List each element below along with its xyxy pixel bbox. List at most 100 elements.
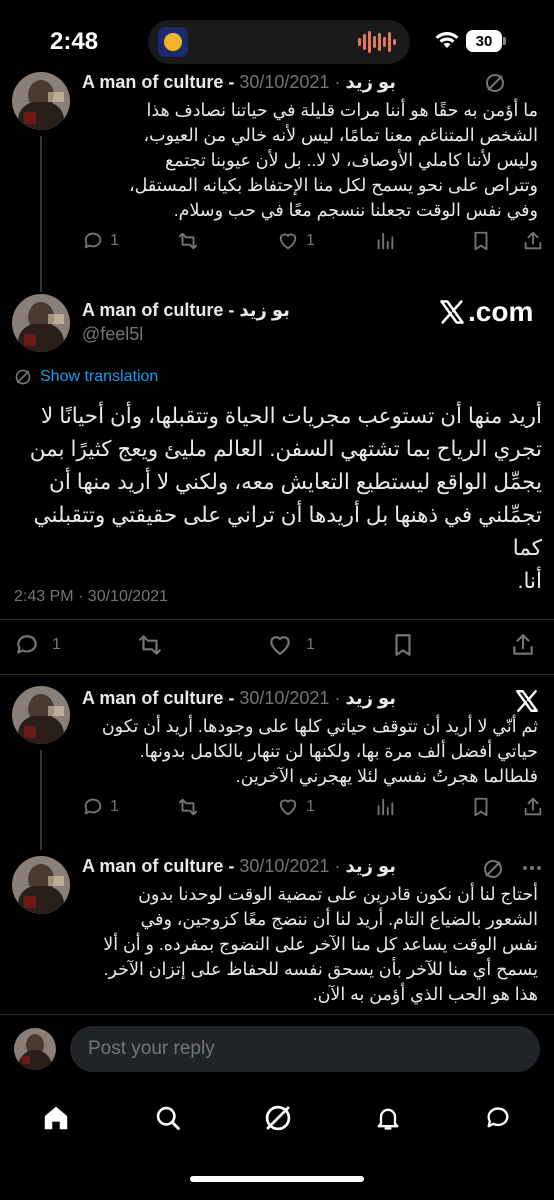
reply-input[interactable] xyxy=(70,1026,540,1072)
nav-messages[interactable] xyxy=(480,1100,516,1136)
tweet-text: أريد منها أن تستوعب مجريات الحياة وتتقبل… xyxy=(10,400,542,598)
tweet-line: الشخص المتناغم معنا تمامًا، ليس لأنه خال… xyxy=(143,125,538,145)
share-icon xyxy=(524,797,542,816)
nav-home[interactable] xyxy=(38,1100,74,1136)
like-button[interactable]: 1 xyxy=(276,796,315,818)
show-translation-label: Show translation xyxy=(40,368,159,385)
tweet-header: A man of culture - بو زيد · 30/10/2021 xyxy=(82,856,396,877)
author-name[interactable]: A man of culture - بو زيد xyxy=(82,72,396,92)
tweet-date[interactable]: · 30/10/2021 xyxy=(239,688,340,708)
grok-icon[interactable] xyxy=(482,858,504,880)
share-button[interactable] xyxy=(522,796,544,818)
bottom-nav xyxy=(0,1090,554,1146)
bookmark-icon xyxy=(474,231,488,251)
author-name[interactable]: A man of culture - بو زيد xyxy=(82,300,290,320)
x-logo-icon xyxy=(440,300,464,324)
nav-grok[interactable] xyxy=(260,1100,296,1136)
nav-notifications[interactable] xyxy=(370,1100,406,1136)
audio-waveform-icon xyxy=(358,30,396,54)
tweet-text: أحتاج لنا أن نكون قادرين على تمضية الوقت… xyxy=(82,882,538,1007)
tweet-line: يجمِّل الواقع ليستطيع التعايش معه، ولكني… xyxy=(49,470,542,494)
views-icon xyxy=(377,798,394,816)
status-bar: 2:48 30 xyxy=(0,0,554,80)
source-watermark: .com xyxy=(438,296,533,328)
show-translation-link[interactable]: Show translation xyxy=(14,368,158,386)
wifi-icon xyxy=(435,32,459,48)
avatar[interactable] xyxy=(12,686,70,744)
tweet-line: أحتاج لنا أن نكون قادرين على تمضية الوقت… xyxy=(138,884,538,904)
author-name[interactable]: A man of culture - بو زيد xyxy=(82,688,396,708)
search-icon xyxy=(156,1106,180,1130)
views-button[interactable] xyxy=(374,230,396,252)
grok-icon xyxy=(265,1105,291,1131)
comment-icon xyxy=(84,232,102,249)
reply-button[interactable]: 1 xyxy=(82,230,119,252)
share-icon xyxy=(524,231,542,250)
more-options-icon[interactable] xyxy=(522,864,542,872)
share-button[interactable] xyxy=(510,632,536,658)
tweet-text: ثم أنّي لا أريد أن تتوقف حياتي كلها على … xyxy=(82,714,538,789)
dynamic-island xyxy=(148,20,410,64)
grok-icon[interactable] xyxy=(484,72,506,94)
source-text: .com xyxy=(468,296,534,327)
divider xyxy=(0,1014,554,1015)
reply-count: 1 xyxy=(52,636,61,653)
tweet-text: ما أؤمن به حقًا هو أننا مرات قليلة في حي… xyxy=(82,98,538,223)
tweet-line: تجري الرياح بما تشتهي السفن. العالم مليئ… xyxy=(29,437,542,461)
views-icon xyxy=(377,232,394,250)
messages-icon xyxy=(487,1107,509,1128)
tweet-date[interactable]: · 30/10/2021 xyxy=(239,72,340,92)
thread-line xyxy=(40,750,42,850)
author-name[interactable]: A man of culture - بو زيد xyxy=(82,856,396,876)
repost-button[interactable] xyxy=(176,230,200,252)
home-indicator xyxy=(190,1176,364,1182)
tweet-line: يسمح أي منا للآخر بأن يسحق نفسه للحفاظ ع… xyxy=(103,959,538,979)
repost-button[interactable] xyxy=(176,796,200,818)
tweet-line: نفس الوقت يساعد كل منا الآخر على النضوج … xyxy=(103,934,538,954)
views-button[interactable] xyxy=(374,796,396,818)
tweet-actions: 1 1 xyxy=(14,632,542,662)
reply-button[interactable]: 1 xyxy=(14,632,61,658)
tweet-date[interactable]: · 30/10/2021 xyxy=(239,856,340,876)
like-count: 1 xyxy=(306,798,315,815)
tweet-header: A man of culture - بو زيد · 30/10/2021 xyxy=(82,688,396,709)
comment-icon xyxy=(84,798,102,815)
tweet-line: هذا هو الحب الذي أؤمن به الآن. xyxy=(312,984,538,1004)
reply-count: 1 xyxy=(110,232,119,249)
tweet-actions: 1 1 xyxy=(82,230,542,260)
tweet-line: وتتراص على نحو يسمح لكل منا الإحتفاظ بكي… xyxy=(128,175,538,195)
tweet-line: حياتي أفضل ألف مرة بها، ولكنها لن تنهار … xyxy=(139,741,538,761)
like-button[interactable]: 1 xyxy=(276,230,315,252)
like-count: 1 xyxy=(306,636,315,653)
nav-search[interactable] xyxy=(150,1100,186,1136)
my-avatar[interactable] xyxy=(14,1028,56,1070)
avatar[interactable] xyxy=(12,294,70,352)
tweet-header: A man of culture - بو زيد · 30/10/2021 xyxy=(82,72,396,93)
grok-icon xyxy=(15,369,31,385)
status-time: 2:48 xyxy=(50,28,99,55)
author-handle[interactable]: @feel5l xyxy=(82,324,143,345)
x-logo-icon xyxy=(516,690,538,712)
bookmark-button[interactable] xyxy=(390,632,416,658)
heart-icon xyxy=(279,799,297,816)
divider xyxy=(0,619,554,620)
tweet-line: تجمِّلني في ذهنها بل أريدها أن تراني على… xyxy=(33,503,542,560)
bookmark-button[interactable] xyxy=(470,230,492,252)
share-button[interactable] xyxy=(522,230,544,252)
bell-icon xyxy=(377,1108,399,1130)
like-button[interactable]: 1 xyxy=(266,632,315,658)
heart-icon xyxy=(270,636,290,655)
heart-icon xyxy=(279,233,297,250)
tweet-timestamp[interactable]: 2:43 PM · 30/10/2021 xyxy=(14,588,168,606)
tweet-line: الشعور بالضياع التام. أريد لنا أن ننضج م… xyxy=(140,909,538,929)
repost-button[interactable] xyxy=(136,632,164,658)
bookmark-button[interactable] xyxy=(470,796,492,818)
avatar[interactable] xyxy=(12,856,70,914)
repost-icon xyxy=(178,232,198,250)
tweet-header: A man of culture - بو زيد xyxy=(82,300,290,321)
comment-icon xyxy=(17,635,37,654)
reply-button[interactable]: 1 xyxy=(82,796,119,818)
battery-tip xyxy=(503,37,506,45)
avatar[interactable] xyxy=(12,72,70,130)
repost-icon xyxy=(139,635,161,655)
